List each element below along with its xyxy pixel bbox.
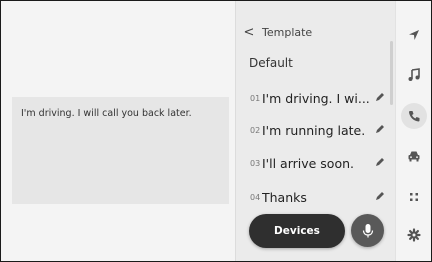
item-text: I'm driving. I wi... (262, 90, 370, 106)
music-icon[interactable] (401, 62, 427, 88)
section-title: Default (249, 56, 293, 70)
back-button[interactable]: < (236, 25, 262, 40)
message-preview-text: I'm driving. I will call you back later. (21, 108, 192, 119)
screen: I'm driving. I will call you back later.… (0, 0, 432, 262)
template-item-2[interactable]: 02 I'm running late. (236, 119, 388, 141)
right-rail (395, 1, 431, 261)
edit-pencil-icon[interactable] (374, 190, 386, 202)
item-number: 04 (250, 192, 261, 202)
item-text: I'm running late. (262, 122, 366, 138)
car-icon[interactable] (401, 143, 427, 169)
edit-pencil-icon[interactable] (374, 156, 386, 168)
template-item-4[interactable]: 04 Thanks (236, 186, 388, 208)
devices-button[interactable]: Devices (249, 214, 345, 248)
edit-pencil-icon[interactable] (374, 123, 386, 135)
navigation-icon[interactable] (401, 22, 427, 48)
template-item-1[interactable]: 01 I'm driving. I wi... (236, 87, 388, 109)
apps-icon[interactable] (401, 184, 427, 210)
microphone-button[interactable] (351, 214, 384, 247)
settings-icon[interactable] (401, 222, 427, 248)
devices-label: Devices (274, 225, 320, 237)
item-text: Thanks (262, 189, 307, 205)
main-area: I'm driving. I will call you back later. (1, 1, 235, 261)
scrollbar[interactable] (390, 41, 393, 105)
microphone-icon (362, 223, 373, 237)
template-item-3[interactable]: 03 I'll arrive soon. (236, 152, 388, 174)
phone-icon[interactable] (401, 103, 427, 129)
item-number: 02 (250, 125, 261, 135)
panel-header: < Template (236, 23, 313, 41)
item-number: 01 (250, 93, 261, 103)
item-number: 03 (250, 158, 261, 168)
item-text: I'll arrive soon. (262, 155, 354, 171)
edit-pencil-icon[interactable] (374, 91, 386, 103)
panel-title: Template (262, 25, 313, 39)
message-preview: I'm driving. I will call you back later. (12, 97, 229, 204)
